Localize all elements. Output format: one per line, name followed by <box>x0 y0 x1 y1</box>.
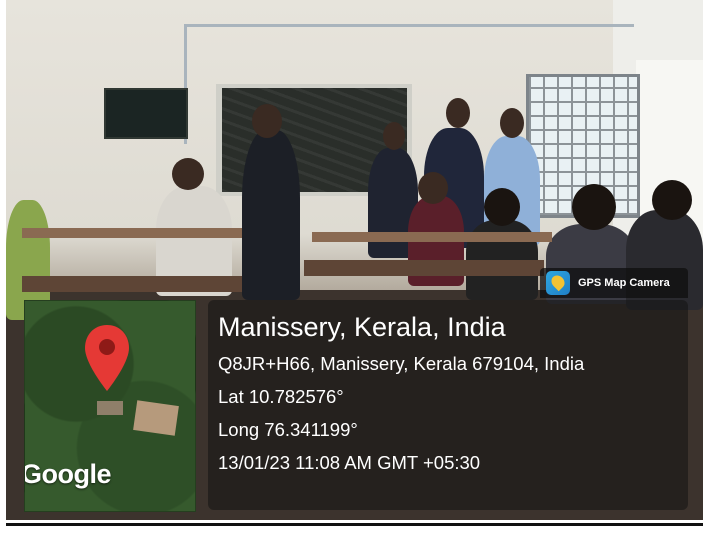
address-line: Q8JR+H66, Manissery, Kerala 679104, Indi… <box>218 353 585 374</box>
wall-television <box>104 88 188 139</box>
mini-map: Google <box>24 300 196 512</box>
seated-student-head <box>484 188 520 226</box>
student-standing <box>242 130 300 300</box>
google-logo: Google <box>24 459 112 489</box>
map-pin-icon <box>85 325 129 391</box>
latitude: Lat 10.782576° <box>218 386 344 407</box>
bench <box>22 276 242 292</box>
student-head <box>383 122 405 150</box>
gps-map-camera-app-icon <box>546 271 570 295</box>
map-clearing <box>133 400 179 436</box>
desk <box>22 228 242 238</box>
desk <box>312 232 552 242</box>
bench <box>304 260 544 276</box>
seated-student-head <box>418 172 448 204</box>
student-head <box>252 104 282 138</box>
longitude: Long 76.341199° <box>218 419 358 440</box>
faculty-head <box>500 108 524 138</box>
place-name: Manissery, Kerala, India <box>218 312 506 342</box>
student-head <box>446 98 470 128</box>
seated-student-head <box>172 158 204 190</box>
bottom-rule <box>6 523 703 526</box>
app-badge-label: GPS Map Camera <box>578 277 670 289</box>
seated-student-head <box>572 184 616 230</box>
map-building <box>97 401 123 415</box>
conduit-pipe <box>184 24 634 27</box>
timestamp: 13/01/23 11:08 AM GMT +05:30 <box>218 452 481 473</box>
seated-student-head <box>652 180 692 220</box>
